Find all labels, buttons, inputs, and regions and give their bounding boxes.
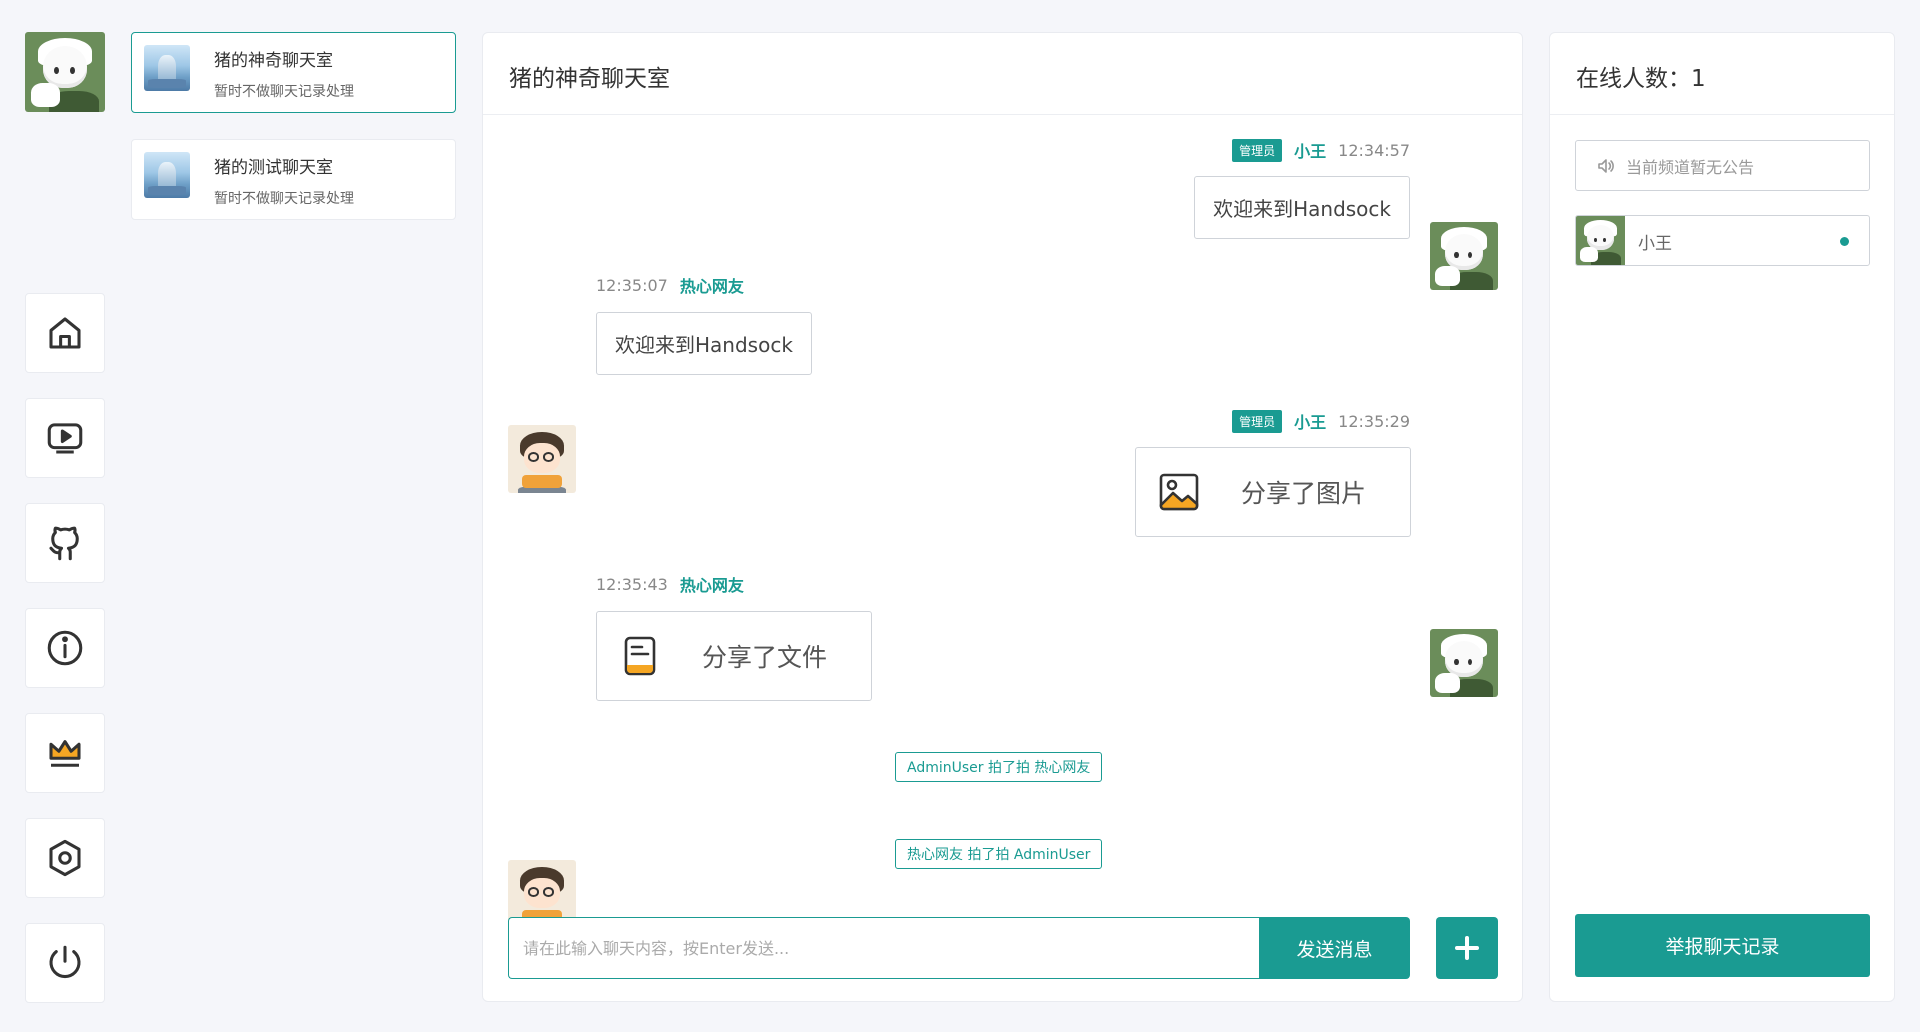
system-tip: AdminUser 拍了拍 热心网友	[895, 752, 1103, 782]
sender-name[interactable]: 小王	[1294, 138, 1326, 162]
online-status-dot	[1840, 237, 1849, 246]
speaker-icon	[1598, 158, 1614, 173]
room-item[interactable]: 猪的测试聊天室 暂时不做聊天记录处理	[131, 139, 456, 220]
message-time: 12:35:07	[596, 275, 668, 295]
logout-button[interactable]	[25, 923, 105, 1003]
announcement-text: 当前频道暂无公告	[1626, 157, 1755, 177]
crown-button[interactable]	[25, 713, 105, 793]
online-panel: 在线人数：1 当前频道暂无公告 小王 举报聊天记录	[1549, 32, 1895, 1002]
settings-button[interactable]	[25, 818, 105, 898]
online-count: 在线人数：1	[1550, 33, 1894, 115]
report-button[interactable]: 举报聊天记录	[1575, 914, 1870, 977]
sender-avatar[interactable]	[508, 425, 576, 493]
message-time: 12:35:29	[1338, 411, 1410, 431]
github-icon	[49, 526, 79, 561]
home-icon	[49, 317, 81, 349]
crown-icon	[49, 740, 81, 767]
sender-name[interactable]: 小王	[1294, 409, 1326, 433]
sender-avatar[interactable]	[1430, 222, 1498, 290]
video-icon	[47, 423, 83, 454]
file-icon	[624, 636, 656, 676]
announcement-bar[interactable]: 当前频道暂无公告	[1575, 140, 1870, 191]
share-label: 分享了图片	[1241, 479, 1367, 508]
image-share-bubble[interactable]: 分享了图片	[1135, 447, 1411, 537]
message-meta: 管理员 小王 12:34:57	[1232, 138, 1410, 162]
room-thumbnail	[144, 45, 190, 91]
sender-avatar[interactable]	[1430, 629, 1498, 697]
room-item[interactable]: 猪的神奇聊天室 暂时不做聊天记录处理	[131, 32, 456, 113]
member-name: 小王	[1638, 234, 1672, 254]
file-share-bubble[interactable]: 分享了文件	[596, 611, 872, 701]
settings-icon	[49, 839, 81, 877]
info-icon	[47, 630, 83, 666]
message-time: 12:35:43	[596, 574, 668, 594]
room-desc: 暂时不做聊天记录处理	[214, 84, 354, 100]
chat-title: 猪的神奇聊天室	[483, 33, 1522, 115]
room-name: 猪的测试聊天室	[214, 158, 333, 178]
video-button[interactable]	[25, 398, 105, 478]
message-input[interactable]	[508, 917, 1260, 979]
admin-badge: 管理员	[1232, 138, 1283, 162]
room-name: 猪的神奇聊天室	[214, 51, 333, 71]
plus-icon	[1455, 936, 1479, 960]
message-meta: 管理员 小王 12:35:29	[1232, 409, 1410, 433]
current-user-avatar[interactable]	[25, 32, 105, 112]
share-label: 分享了文件	[702, 643, 828, 672]
message-meta: 12:35:43 热心网友	[596, 572, 744, 596]
member-item[interactable]: 小王	[1575, 215, 1870, 266]
chat-panel: 猪的神奇聊天室 管理员 小王 12:34:57 欢迎来到Handsock 12:…	[482, 32, 1523, 1002]
message-time: 12:34:57	[1338, 140, 1410, 160]
system-tip: 热心网友 拍了拍 AdminUser	[895, 839, 1103, 869]
message-bubble[interactable]: 欢迎来到Handsock	[1194, 176, 1410, 239]
room-desc: 暂时不做聊天记录处理	[214, 191, 354, 207]
image-icon	[1159, 473, 1199, 511]
sender-name[interactable]: 热心网友	[680, 273, 744, 297]
message-meta: 12:35:07 热心网友	[596, 273, 744, 297]
attach-button[interactable]	[1436, 917, 1498, 979]
github-button[interactable]	[25, 503, 105, 583]
power-icon	[49, 945, 81, 979]
member-avatar	[1576, 216, 1625, 265]
message-bubble[interactable]: 欢迎来到Handsock	[596, 312, 812, 375]
admin-badge: 管理员	[1232, 409, 1283, 433]
info-button[interactable]	[25, 608, 105, 688]
room-thumbnail	[144, 152, 190, 198]
home-button[interactable]	[25, 293, 105, 373]
sender-name[interactable]: 热心网友	[680, 572, 744, 596]
send-button[interactable]: 发送消息	[1259, 917, 1410, 979]
